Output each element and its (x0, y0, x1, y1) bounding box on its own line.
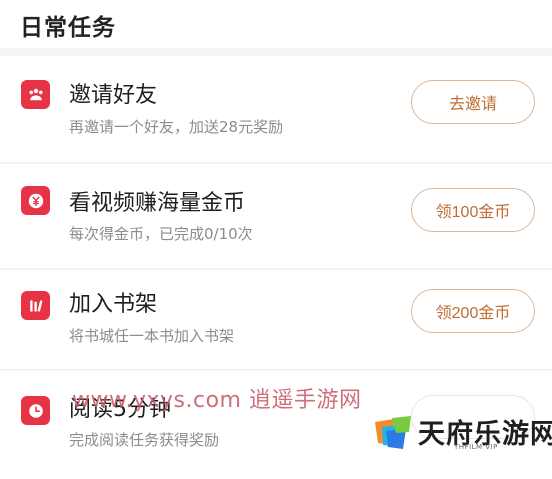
claim-200-coins-button[interactable]: 领200金币 (411, 289, 535, 333)
section-header: 日常任务 (0, 0, 552, 56)
task-item-add-bookshelf[interactable]: 加入书架 将书城任一本书加入书架 领200金币 (0, 270, 552, 378)
header-separator (0, 48, 552, 56)
claim-100-coins-button[interactable]: 领100金币 (411, 188, 535, 232)
task-description: 将书城任一本书加入书架 (69, 327, 235, 345)
task-title: 邀请好友 (69, 83, 158, 108)
brand-logo-icon (375, 416, 411, 449)
site-brand: 天府乐游网 THFILM VIP (372, 412, 552, 454)
bookshelf-icon (21, 291, 50, 320)
task-item-invite-friends[interactable]: 邀请好友 再邀请一个好友，加送28元奖励 去邀请 (0, 56, 552, 164)
brand-subtitle: THFILM VIP (454, 443, 498, 451)
invite-button[interactable]: 去邀请 (411, 80, 535, 124)
task-item-watch-video[interactable]: 看视频赚海量金币 每次得金币，已完成0/10次 领100金币 (0, 164, 552, 272)
task-description: 再邀请一个好友，加送28元奖励 (69, 118, 284, 136)
group-icon (21, 80, 50, 109)
watermark-text: www.yxys.com 逍遥手游网 (72, 388, 362, 413)
task-description: 每次得金币，已完成0/10次 (69, 225, 253, 243)
daily-tasks-page: 日常任务 邀请好友 再邀请一个好友，加送28元奖励 去邀请 看视频赚海量金币 每… (0, 0, 552, 479)
task-title: 看视频赚海量金币 (69, 191, 246, 216)
task-description: 完成阅读任务获得奖励 (69, 431, 220, 449)
yuan-coin-icon (21, 186, 50, 215)
clock-icon (21, 396, 50, 425)
task-title: 加入书架 (69, 292, 158, 317)
section-title: 日常任务 (20, 15, 116, 41)
